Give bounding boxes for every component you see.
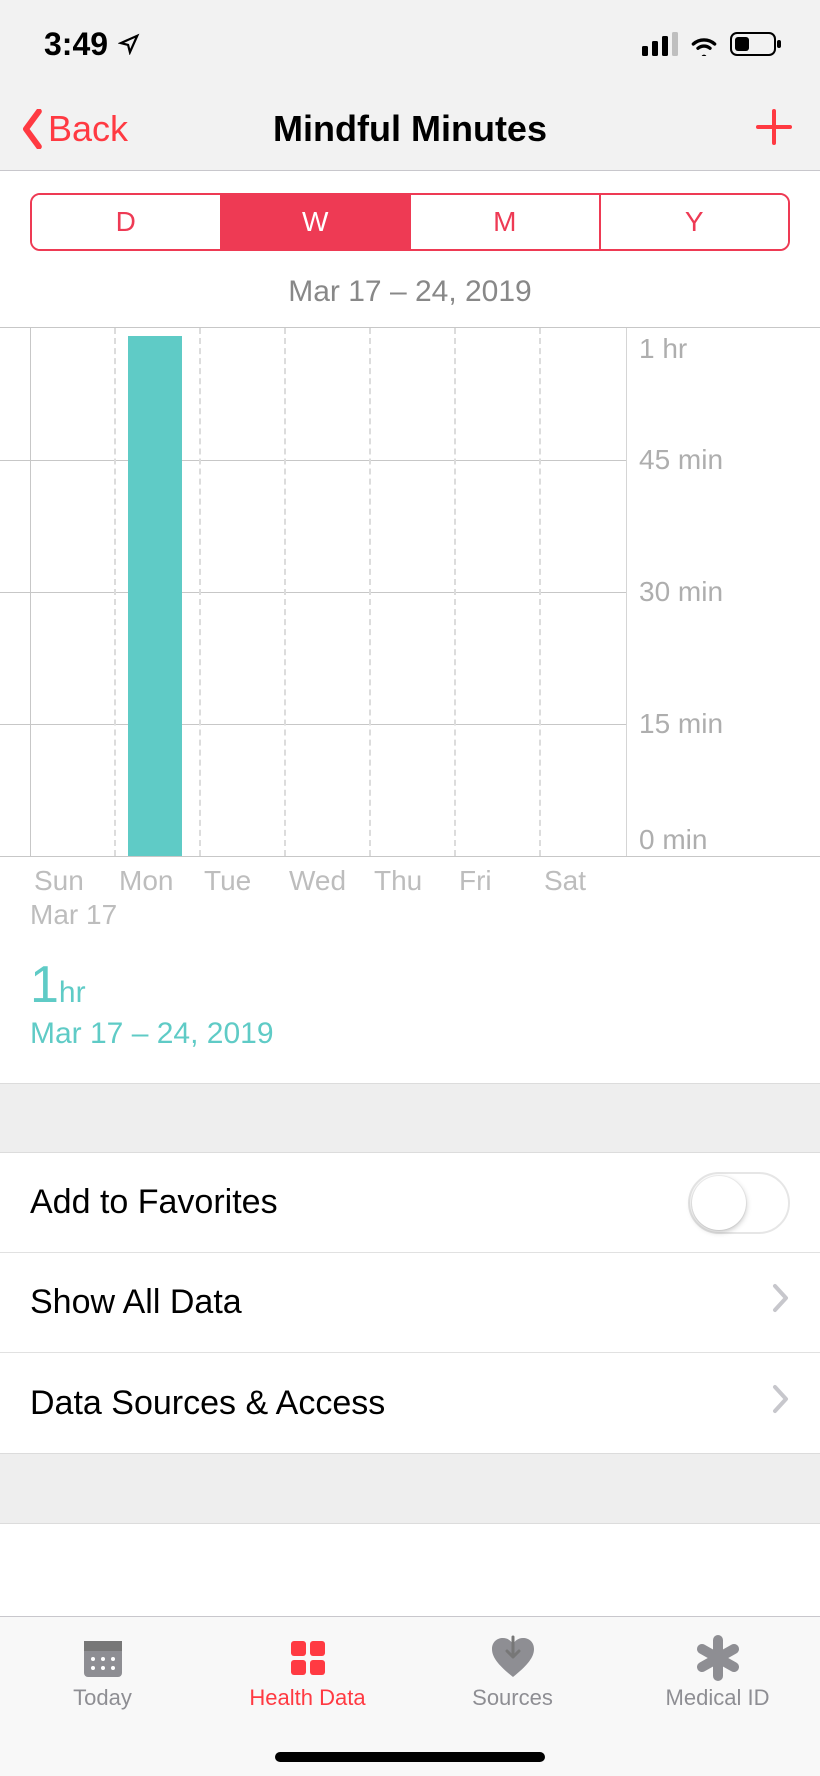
chevron-right-icon — [772, 1384, 790, 1423]
tab-label: Sources — [472, 1685, 553, 1711]
row-label: Show All Data — [30, 1283, 242, 1322]
row-label: Data Sources & Access — [30, 1384, 385, 1423]
chart-vgrid — [369, 328, 371, 856]
chart-ytick: 15 min — [639, 708, 723, 740]
chart-plot — [0, 328, 626, 856]
chart-ytick: 0 min — [639, 824, 707, 856]
chart-ytick: 1 hr — [639, 333, 687, 365]
status-time: 3:49 — [44, 26, 108, 63]
content: D W M Y Mar 17 – 24, 2019 1 hr 45 min — [0, 171, 820, 1083]
chart-gridline — [0, 592, 626, 593]
tab-today[interactable]: Today — [0, 1617, 205, 1776]
chart-xtick: Thu — [374, 865, 422, 897]
chart-x-secondary: Mar 17 — [30, 899, 117, 931]
chart-xtick: Wed — [289, 865, 346, 897]
cellular-icon — [642, 32, 678, 56]
summary-unit: hr — [59, 976, 86, 1009]
chart-xtick: Sun — [34, 865, 84, 897]
range-segmented-control: D W M Y — [30, 193, 790, 251]
chart-gridline — [0, 724, 626, 725]
asterisk-icon — [695, 1631, 741, 1685]
chart-gridline — [0, 460, 626, 461]
chart-ytick: 30 min — [639, 576, 723, 608]
plus-icon — [754, 107, 794, 147]
add-button[interactable] — [754, 107, 794, 152]
chevron-right-icon — [772, 1283, 790, 1322]
chart-xtick: Tue — [204, 865, 251, 897]
segment-day[interactable]: D — [32, 195, 222, 249]
calendar-icon — [80, 1631, 126, 1685]
summary-range: Mar 17 – 24, 2019 — [30, 1017, 790, 1051]
wifi-icon — [688, 32, 720, 56]
status-bar: 3:49 — [0, 0, 820, 88]
heart-download-icon — [488, 1631, 538, 1685]
section-spacer — [0, 1453, 820, 1523]
tab-label: Medical ID — [666, 1685, 770, 1711]
section-spacer — [0, 1083, 820, 1153]
summary-number: 1 — [30, 956, 59, 1014]
tab-label: Today — [73, 1685, 132, 1711]
grid-icon — [285, 1631, 331, 1685]
chart-summary: 1hr Mar 17 – 24, 2019 — [0, 955, 820, 1083]
row-data-sources[interactable]: Data Sources & Access — [0, 1353, 820, 1453]
chart-x-axis: Sun Mon Tue Wed Thu Fri Sat Mar 17 — [0, 857, 820, 955]
toggle-knob — [692, 1176, 746, 1230]
chart-xtick: Fri — [459, 865, 492, 897]
segment-month[interactable]: M — [411, 195, 601, 249]
navigation-bar: Back Mindful Minutes — [0, 88, 820, 171]
chart: 1 hr 45 min 30 min 15 min 0 min — [0, 327, 820, 857]
status-indicators — [642, 32, 784, 56]
chart-date-range: Mar 17 – 24, 2019 — [0, 275, 820, 309]
chart-xtick: Sat — [544, 865, 586, 897]
row-show-all-data[interactable]: Show All Data — [0, 1253, 820, 1353]
tab-label: Health Data — [249, 1685, 365, 1711]
chart-vgrid — [454, 328, 456, 856]
favorites-toggle[interactable] — [688, 1172, 790, 1234]
back-label: Back — [48, 108, 128, 150]
summary-value: 1hr — [30, 955, 790, 1015]
home-indicator — [275, 1752, 545, 1762]
chevron-left-icon — [18, 109, 48, 149]
status-time-group: 3:49 — [44, 26, 140, 63]
location-icon — [118, 33, 140, 55]
chart-vgrid — [199, 328, 201, 856]
chart-vgrid — [284, 328, 286, 856]
row-label: Add to Favorites — [30, 1183, 278, 1222]
chart-ytick: 45 min — [639, 444, 723, 476]
chart-vgrid — [539, 328, 541, 856]
settings-list: Add to Favorites Show All Data Data Sour… — [0, 1153, 820, 1453]
back-button[interactable]: Back — [0, 108, 128, 150]
segment-week[interactable]: W — [222, 195, 412, 249]
row-add-to-favorites[interactable]: Add to Favorites — [0, 1153, 820, 1253]
chart-bar-mon — [128, 336, 182, 856]
chart-xtick: Mon — [119, 865, 173, 897]
segment-year[interactable]: Y — [601, 195, 789, 249]
chart-y-axis: 1 hr 45 min 30 min 15 min 0 min — [626, 328, 820, 856]
battery-icon — [730, 32, 784, 56]
chart-vgrid — [114, 328, 116, 856]
tab-medical-id[interactable]: Medical ID — [615, 1617, 820, 1776]
